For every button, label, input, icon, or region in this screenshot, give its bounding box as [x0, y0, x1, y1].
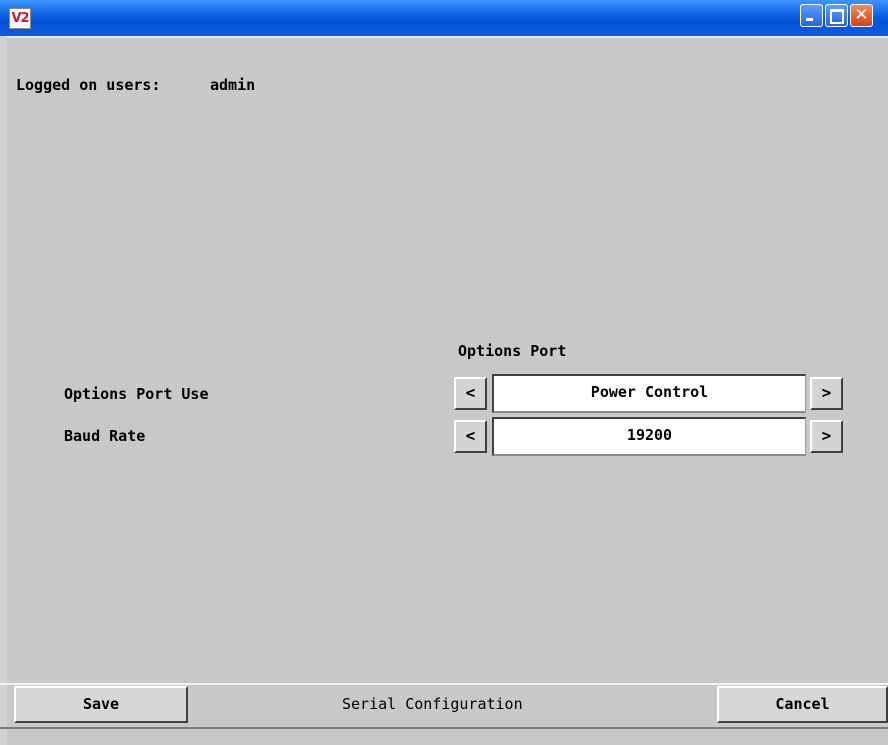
- close-button[interactable]: ✕: [850, 4, 873, 27]
- baud-rate-prev-button[interactable]: <: [454, 420, 487, 453]
- bottom-border: [0, 727, 888, 729]
- window-left-edge: [0, 36, 7, 745]
- cancel-button[interactable]: Cancel: [717, 686, 888, 723]
- save-button[interactable]: Save: [14, 686, 188, 723]
- footer-divider: [0, 683, 888, 685]
- title-bar: V2 ✕: [0, 0, 888, 36]
- baud-rate-next-button[interactable]: >: [810, 420, 843, 453]
- app-logo-icon: V2: [9, 8, 31, 29]
- options-port-use-prev-button[interactable]: <: [454, 377, 487, 410]
- options-port-use-value: Power Control: [492, 374, 806, 413]
- options-port-use-next-button[interactable]: >: [810, 377, 843, 410]
- baud-rate-value: 19200: [492, 417, 806, 456]
- maximize-icon: [830, 9, 844, 24]
- title-divider: [0, 36, 888, 38]
- minimize-icon: [806, 18, 813, 21]
- page-title: Serial Configuration: [342, 695, 523, 713]
- minimize-button[interactable]: [800, 4, 823, 27]
- baud-rate-label: Baud Rate: [64, 427, 146, 445]
- close-icon: ✕: [854, 5, 869, 25]
- maximize-button[interactable]: [825, 4, 848, 27]
- logged-on-users: admin: [210, 76, 256, 94]
- section-title: Options Port: [458, 342, 567, 360]
- logged-on-label: Logged on users:: [16, 76, 161, 94]
- options-port-use-label: Options Port Use: [64, 385, 209, 403]
